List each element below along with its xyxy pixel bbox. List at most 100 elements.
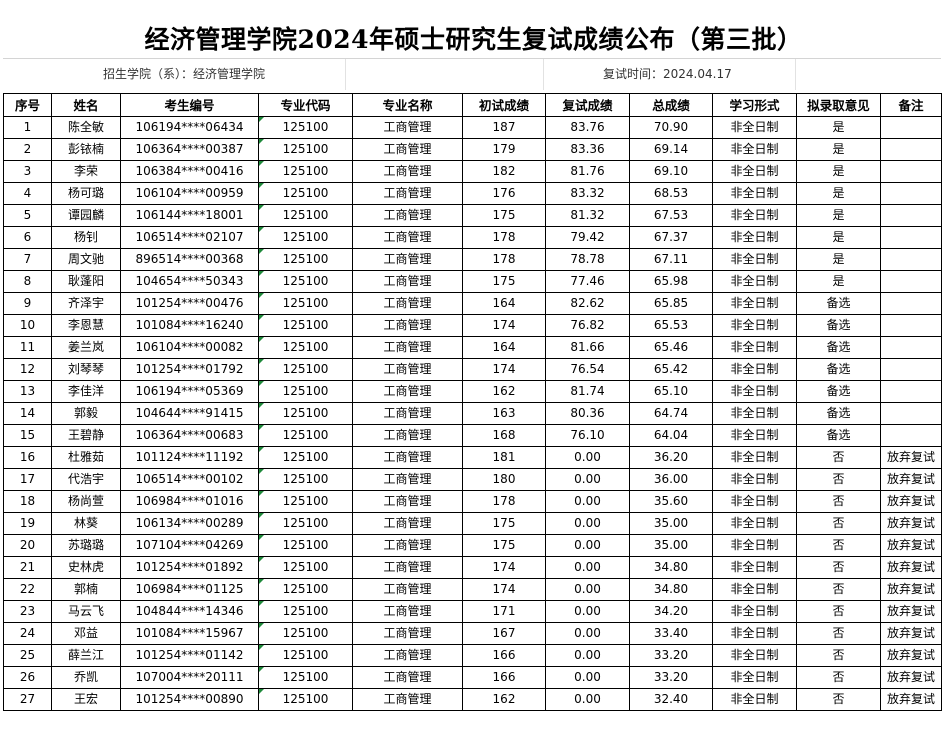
cell-major-name: 工商管理 [352, 644, 463, 667]
cell-major-code: 125100 [258, 226, 353, 249]
cell-major-code: 125100 [258, 666, 353, 689]
cell-major-name: 工商管理 [352, 512, 463, 535]
cell-name: 齐泽宇 [51, 292, 121, 315]
cell-candidate-id: 101254****00890 [120, 688, 259, 711]
cell-major-code: 125100 [258, 358, 353, 381]
cell-major-code: 125100 [258, 490, 353, 513]
cell-admission-opinion: 否 [796, 446, 881, 469]
cell-candidate-id: 106514****00102 [120, 468, 259, 491]
cell-total-score: 67.53 [629, 204, 713, 227]
cell-admission-opinion: 否 [796, 644, 881, 667]
cell-total-score: 69.14 [629, 138, 713, 161]
cell-major-name: 工商管理 [352, 380, 463, 403]
cell-major-name: 工商管理 [352, 138, 463, 161]
cell-initial-score: 174 [462, 556, 546, 579]
score-sheet: 经济管理学院2024年硕士研究生复试成绩公布（第三批） 招生学院（系）：经济管理… [0, 0, 947, 739]
column-header-study-mode: 学习形式 [712, 93, 797, 117]
cell-seq: 4 [3, 182, 52, 205]
cell-major-code: 125100 [258, 644, 353, 667]
column-header-candidate-id: 考生编号 [120, 93, 259, 117]
cell-initial-score: 178 [462, 490, 546, 513]
cell-admission-opinion: 否 [796, 556, 881, 579]
cell-study-mode: 非全日制 [712, 556, 797, 579]
cell-admission-opinion: 是 [796, 160, 881, 183]
cell-retest-score: 82.62 [545, 292, 630, 315]
info-row: 招生学院（系）：经济管理学院 复试时间：2024.04.17 [3, 58, 941, 90]
cell-major-code: 125100 [258, 688, 353, 711]
cell-total-score: 67.11 [629, 248, 713, 271]
cell-seq: 18 [3, 490, 52, 513]
cell-remark: 放弃复试 [880, 446, 942, 469]
cell-retest-score: 0.00 [545, 490, 630, 513]
cell-study-mode: 非全日制 [712, 358, 797, 381]
cell-study-mode: 非全日制 [712, 160, 797, 183]
cell-remark: 放弃复试 [880, 468, 942, 491]
cell-major-name: 工商管理 [352, 292, 463, 315]
cell-major-name: 工商管理 [352, 622, 463, 645]
cell-retest-score: 76.82 [545, 314, 630, 337]
cell-admission-opinion: 备选 [796, 292, 881, 315]
table-row: 5 谭园麟 106144****18001 125100 工商管理 175 81.32 67.… [3, 204, 942, 227]
cell-admission-opinion: 否 [796, 512, 881, 535]
cell-total-score: 35.00 [629, 512, 713, 535]
cell-name: 刘琴琴 [51, 358, 121, 381]
cell-major-code: 125100 [258, 512, 353, 535]
cell-major-code: 125100 [258, 336, 353, 359]
score-table: 序号 姓名 考生编号 专业代码 专业名称 初试成绩 复试成绩 总成绩 学习形式 拟录取意见 备注 1… [3, 93, 942, 711]
cell-initial-score: 178 [462, 226, 546, 249]
table-row: 24 邓益 101084****15967 125100 工商管理 167 0.00 33.4… [3, 622, 942, 645]
cell-name: 史林虎 [51, 556, 121, 579]
cell-study-mode: 非全日制 [712, 292, 797, 315]
cell-initial-score: 174 [462, 314, 546, 337]
cell-candidate-id: 106134****00289 [120, 512, 259, 535]
cell-candidate-id: 101084****16240 [120, 314, 259, 337]
cell-major-name: 工商管理 [352, 556, 463, 579]
cell-initial-score: 175 [462, 534, 546, 557]
cell-major-code: 125100 [258, 402, 353, 425]
cell-retest-score: 81.32 [545, 204, 630, 227]
column-header-total-score: 总成绩 [629, 93, 713, 117]
cell-major-name: 工商管理 [352, 600, 463, 623]
cell-study-mode: 非全日制 [712, 182, 797, 205]
cell-study-mode: 非全日制 [712, 248, 797, 271]
cell-major-name: 工商管理 [352, 446, 463, 469]
cell-major-code: 125100 [258, 116, 353, 139]
cell-seq: 7 [3, 248, 52, 271]
table-row: 12 刘琴琴 101254****01792 125100 工商管理 174 76.54 65… [3, 358, 942, 381]
cell-seq: 8 [3, 270, 52, 293]
table-row: 18 杨尚萱 106984****01016 125100 工商管理 178 0.00 35.… [3, 490, 942, 513]
cell-total-score: 68.53 [629, 182, 713, 205]
cell-admission-opinion: 否 [796, 534, 881, 557]
cell-major-name: 工商管理 [352, 270, 463, 293]
cell-remark: 放弃复试 [880, 556, 942, 579]
cell-admission-opinion: 否 [796, 688, 881, 711]
cell-major-code: 125100 [258, 600, 353, 623]
cell-candidate-id: 106384****00416 [120, 160, 259, 183]
cell-candidate-id: 104644****91415 [120, 402, 259, 425]
cell-study-mode: 非全日制 [712, 204, 797, 227]
cell-candidate-id: 104654****50343 [120, 270, 259, 293]
cell-remark: 放弃复试 [880, 512, 942, 535]
cell-study-mode: 非全日制 [712, 270, 797, 293]
table-row: 13 李佳洋 106194****05369 125100 工商管理 162 81.74 65… [3, 380, 942, 403]
cell-study-mode: 非全日制 [712, 226, 797, 249]
cell-total-score: 35.00 [629, 534, 713, 557]
cell-admission-opinion: 否 [796, 666, 881, 689]
cell-total-score: 65.42 [629, 358, 713, 381]
cell-study-mode: 非全日制 [712, 534, 797, 557]
cell-remark: 放弃复试 [880, 666, 942, 689]
cell-remark [880, 314, 942, 337]
cell-study-mode: 非全日制 [712, 578, 797, 601]
cell-candidate-id: 104844****14346 [120, 600, 259, 623]
cell-initial-score: 167 [462, 622, 546, 645]
cell-name: 李恩慧 [51, 314, 121, 337]
cell-major-code: 125100 [258, 182, 353, 205]
cell-seq: 25 [3, 644, 52, 667]
column-header-initial-score: 初试成绩 [462, 93, 546, 117]
cell-retest-score: 0.00 [545, 600, 630, 623]
cell-name: 杨可璐 [51, 182, 121, 205]
column-header-major-code: 专业代码 [258, 93, 353, 117]
cell-retest-score: 0.00 [545, 666, 630, 689]
cell-remark [880, 292, 942, 315]
cell-major-code: 125100 [258, 622, 353, 645]
